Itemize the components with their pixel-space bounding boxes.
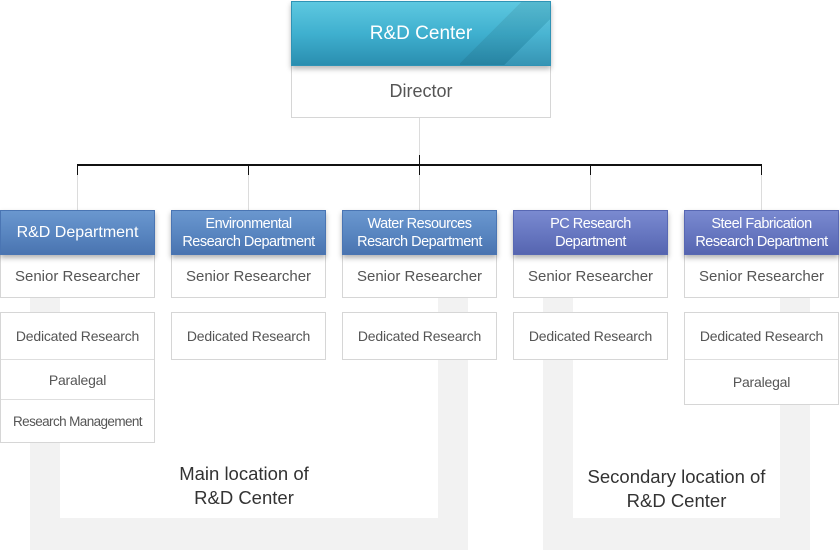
connector-center-vertical <box>419 117 420 155</box>
connector-drop-2 <box>248 175 249 210</box>
dept-water-resources-research: Water Resources Resarch Department Senio… <box>342 210 497 360</box>
subunit-item: Dedicated Research <box>528 328 653 344</box>
dept-name: Steel Fabrication Research Department <box>695 215 828 251</box>
main-location-line1: Main location of <box>179 463 309 484</box>
connector-tick-5 <box>761 165 762 175</box>
subunit-item: Dedicated Research <box>186 328 311 344</box>
main-location-label: Main location of R&D Center <box>60 462 428 510</box>
dept-name-line2: Department <box>555 233 626 250</box>
senior-researcher-cell: Senior Researcher <box>513 255 668 298</box>
director-box: Director <box>291 65 551 118</box>
director-label: Director <box>389 80 453 101</box>
senior-researcher-cell: Senior Researcher <box>171 255 326 298</box>
dept-name: Water Resources Resarch Department <box>357 215 482 251</box>
connector-tick-4 <box>590 165 591 175</box>
main-location-line2: R&D Center <box>194 487 294 508</box>
dept-steel-fabrication-research: Steel Fabrication Research Department Se… <box>684 210 839 405</box>
dept-rd-department: R&D Department Senior Researcher Dedicat… <box>0 210 155 443</box>
dept-name-line1: PC Research <box>550 215 631 232</box>
dept-name-line2: Research Department <box>695 233 828 250</box>
subunit-item: Dedicated Research <box>357 328 482 344</box>
secondary-location-line2: R&D Center <box>626 490 727 511</box>
connector-drop-1 <box>77 175 78 210</box>
secondary-location-label: Secondary location of R&D Center <box>573 465 780 513</box>
rd-center-box: R&D Center <box>291 1 551 66</box>
subunit-item: Research Management <box>1 399 154 442</box>
dept-name-line1: Steel Fabrication <box>711 215 812 232</box>
dept-header: Environmental Research Department <box>171 210 326 255</box>
subunit-list: Dedicated Research <box>513 312 668 360</box>
dept-header: Water Resources Resarch Department <box>342 210 497 255</box>
subunit-item: Paralegal <box>1 359 154 399</box>
connector-tick-1 <box>77 165 78 175</box>
rd-center-title: R&D Center <box>369 22 473 44</box>
connector-tick-3 <box>419 165 420 175</box>
subunit-list: Dedicated Research <box>171 312 326 360</box>
subunit-list: Dedicated Research Paralegal <box>684 312 839 405</box>
dept-name: Environmental Research Department <box>182 215 315 251</box>
subunit-list: Dedicated Research <box>342 312 497 360</box>
dept-header: Steel Fabrication Research Department <box>684 210 839 255</box>
dept-name: PC Research Department <box>550 215 631 251</box>
connector-drop-5 <box>761 175 762 210</box>
subunit-item: Paralegal <box>685 359 838 404</box>
connector-drop-4 <box>590 175 591 210</box>
senior-researcher-cell: Senior Researcher <box>684 255 839 298</box>
dept-name-line2: Research Department <box>182 233 315 250</box>
dept-name-line2: Resarch Department <box>357 233 482 250</box>
dept-pc-research: PC Research Department Senior Researcher… <box>513 210 668 360</box>
dept-name-line1: Environmental <box>205 215 292 232</box>
secondary-location-line1: Secondary location of <box>587 466 766 487</box>
subunit-item: Dedicated Research <box>15 328 140 344</box>
senior-researcher-cell: Senior Researcher <box>342 255 497 298</box>
connector-drop-3 <box>419 175 420 210</box>
dept-environmental-research: Environmental Research Department Senior… <box>171 210 326 360</box>
dept-name: R&D Department <box>16 223 139 241</box>
subunit-list: Dedicated Research Paralegal Research Ma… <box>0 312 155 443</box>
subunit-item: Dedicated Research <box>699 328 824 344</box>
connector-tick-2 <box>248 165 249 175</box>
dept-name-line1: Water Resources <box>367 215 472 232</box>
senior-researcher-cell: Senior Researcher <box>0 255 155 298</box>
dept-header: PC Research Department <box>513 210 668 255</box>
dept-header: R&D Department <box>0 210 155 255</box>
